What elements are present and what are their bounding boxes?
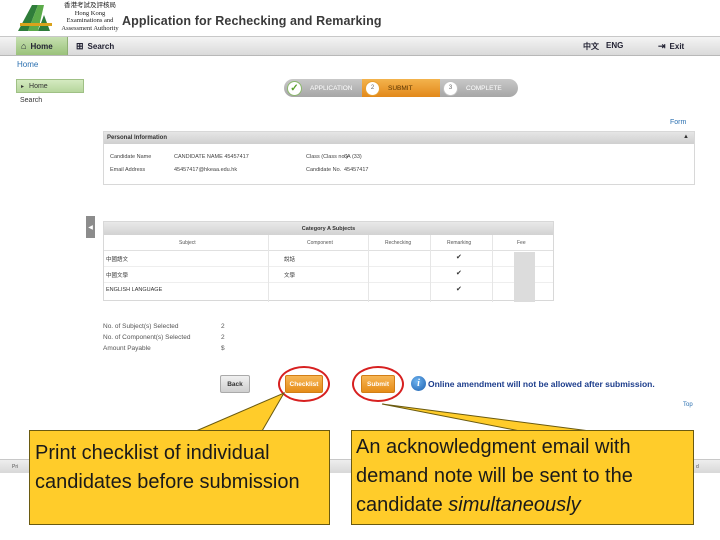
progress-steps: ✓ APPLICATION 2 SUBMIT 3 COMPLETE	[284, 79, 518, 97]
column-divider	[430, 235, 431, 302]
table-title: Category A Subjects	[104, 222, 553, 235]
lang-zh-link[interactable]: 中文	[583, 41, 599, 52]
personal-info-title: Personal Information	[107, 135, 168, 141]
step-done-badge: ✓	[287, 80, 302, 96]
exit-button[interactable]: ⇥ Exit	[658, 37, 684, 55]
column-header-rechecking: Rechecking	[385, 240, 412, 246]
table-row: 中國語文 說話 ✔	[104, 251, 553, 267]
submit-highlight-ring	[352, 366, 404, 402]
top-nav: ⌂ Home ⊞ Search 中文 ENG ⇥ Exit	[0, 36, 720, 56]
home-icon: ⌂	[21, 41, 27, 51]
step-label: APPLICATION	[310, 84, 353, 92]
search-icon: ⊞	[76, 40, 84, 51]
remarking-check-icon[interactable]: ✔	[456, 285, 462, 293]
cell-subject: 中國文學	[106, 273, 129, 279]
cell-component: 文學	[284, 273, 296, 279]
step-complete: 3 COMPLETE	[440, 79, 518, 97]
nav-search-button[interactable]: ⊞ Search	[76, 37, 114, 55]
footer-left-text: Pri	[12, 464, 19, 470]
email-label: Email Address	[110, 167, 146, 173]
summary-value: $	[221, 345, 225, 352]
step-label: COMPLETE	[466, 84, 502, 92]
column-header-fee: Fee	[517, 240, 526, 246]
personal-info-heading: Personal Information ▲	[104, 132, 694, 144]
personal-info-panel: Personal Information ▲ Candidate Name CA…	[103, 131, 695, 185]
back-button[interactable]: Back	[220, 375, 250, 393]
chevron-right-icon: ▸	[21, 83, 25, 90]
org-name-zh: 香港考試及評核局	[64, 2, 116, 9]
page-title: Application for Rechecking and Remarking	[122, 14, 382, 28]
info-icon: i	[411, 376, 426, 391]
exit-label: Exit	[669, 41, 685, 51]
checklist-highlight-ring	[278, 366, 330, 402]
sidebar-collapse-toggle[interactable]: ◀	[86, 216, 95, 238]
summary-row: Amount Payable $	[103, 345, 233, 356]
candidate-name-value: CANDIDATE NAME 45457417	[174, 154, 249, 160]
step-number: 3	[443, 80, 458, 96]
form-link[interactable]: Form	[670, 119, 686, 126]
cell-subject: ENGLISH LANGUAGE	[106, 287, 163, 293]
submit-callout: An acknowledgment email with demand note…	[351, 430, 694, 525]
class-value: 6A (33)	[344, 154, 362, 160]
summary-label: Amount Payable	[103, 345, 151, 352]
summary-value: 2	[221, 323, 225, 330]
app-header: 香港考試及評核局 Hong Kong Examinations and Asse…	[0, 0, 720, 36]
cell-component: 說話	[284, 257, 296, 263]
candidate-no-label: Candidate No.	[306, 167, 342, 173]
column-header-component: Component	[307, 240, 333, 246]
column-header-remarking: Remarking	[447, 240, 472, 246]
fee-column-cells	[514, 252, 535, 302]
sidebar-item-search[interactable]: Search	[16, 93, 84, 107]
summary-row: No. of Subject(s) Selected 2	[103, 323, 233, 334]
submission-notice: Online amendment will not be allowed aft…	[428, 379, 655, 389]
org-name-en: Hong Kong Examinations and Assessment Au…	[61, 9, 119, 32]
remarking-check-icon[interactable]: ✔	[456, 269, 462, 277]
checklist-callout-text: Print checklist of individual candidates…	[35, 442, 300, 493]
exit-icon: ⇥	[658, 40, 666, 51]
check-icon: ✓	[290, 82, 299, 94]
hkeaa-logo	[18, 5, 52, 31]
table-row: ENGLISH LANGUAGE ✔	[104, 283, 553, 299]
category-a-subjects-table: Category A Subjects Subject Component Re…	[103, 221, 554, 302]
summary-label: No. of Subject(s) Selected	[103, 323, 179, 330]
remarking-check-icon[interactable]: ✔	[456, 253, 462, 261]
org-name: 香港考試及評核局 Hong Kong Examinations and Asse…	[60, 2, 120, 32]
summary-value: 2	[221, 334, 225, 341]
class-label: Class (Class no.)	[306, 154, 348, 160]
step-submit: 2 SUBMIT	[362, 79, 444, 97]
top-link[interactable]: Top	[683, 402, 693, 408]
nav-home-button[interactable]: ⌂ Home	[16, 37, 68, 55]
checklist-callout: Print checklist of individual candidates…	[29, 430, 330, 525]
summary-row: No. of Component(s) Selected 2	[103, 334, 233, 345]
submit-callout-pointer	[381, 403, 591, 432]
sidebar-item-label: Search	[20, 96, 43, 104]
column-divider	[268, 235, 269, 302]
candidate-name-label: Candidate Name	[110, 154, 152, 160]
sidebar-item-label: Home	[29, 82, 48, 90]
sidebar-item-home[interactable]: ▸ Home	[16, 79, 84, 93]
column-divider	[492, 235, 493, 302]
column-header-subject: Subject	[179, 240, 196, 246]
summary-label: No. of Component(s) Selected	[103, 334, 191, 341]
breadcrumb-home[interactable]: Home	[17, 60, 38, 69]
nav-home-label: Home	[30, 41, 53, 51]
selection-summary: No. of Subject(s) Selected 2 No. of Comp…	[103, 323, 233, 356]
table-header-row: Subject Component Rechecking Remarking F…	[104, 235, 553, 251]
candidate-no-value: 45457417	[344, 167, 369, 173]
cell-subject: 中國語文	[106, 257, 129, 263]
sidebar: ▸ Home Search	[16, 79, 84, 107]
step-application: ✓ APPLICATION	[284, 79, 366, 97]
footer-right-text: d	[696, 464, 699, 470]
step-label: SUBMIT	[388, 84, 413, 92]
step-number: 2	[365, 80, 380, 96]
email-value: 45457417@hkeaa.edu.hk	[174, 167, 238, 173]
nav-search-label: Search	[87, 41, 115, 51]
table-row: 中國文學 文學 ✔	[104, 267, 553, 283]
collapse-icon[interactable]: ▲	[683, 134, 689, 140]
submit-callout-emphasis: simultaneously	[448, 494, 581, 516]
column-divider	[368, 235, 369, 302]
lang-en-link[interactable]: ENG	[606, 41, 623, 50]
checklist-callout-pointer	[195, 391, 286, 432]
chevron-left-icon: ◀	[88, 224, 93, 231]
